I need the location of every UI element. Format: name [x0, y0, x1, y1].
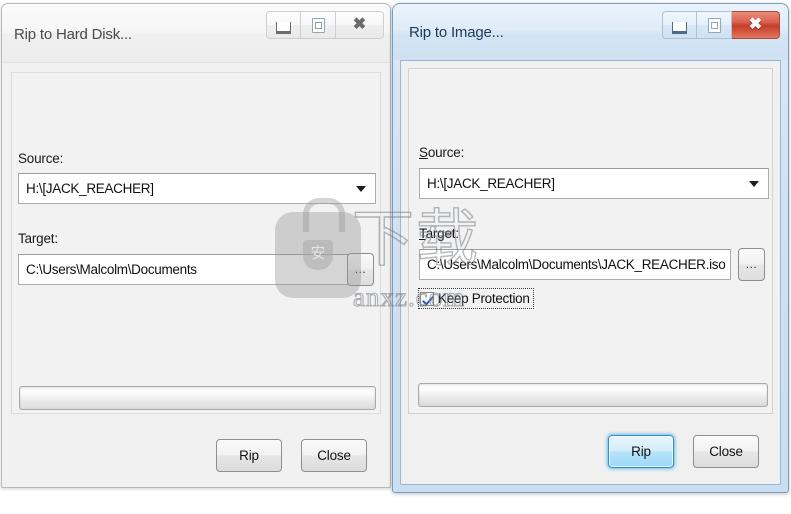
target-label-left: Target: — [18, 231, 58, 246]
progress-bar-left — [19, 386, 376, 410]
chevron-down-icon — [356, 185, 366, 192]
maximize-button-left[interactable] — [301, 11, 336, 39]
rip-button-left[interactable]: Rip — [216, 439, 282, 472]
source-label-left: Source: — [18, 151, 64, 166]
close-button-action-left[interactable]: Close — [301, 439, 367, 472]
titlebar-right[interactable]: Rip to Image... ✖ — [393, 4, 788, 60]
window-title-left: Rip to Hard Disk... — [14, 26, 132, 43]
maximize-icon — [707, 17, 721, 33]
source-combo-value-left: H:\[JACK_REACHER] — [26, 181, 154, 196]
target-input-right[interactable]: C:\Users\Malcolm\Documents\JACK_REACHER.… — [419, 249, 731, 280]
source-combo-right[interactable]: H:\[JACK_REACHER] — [419, 168, 769, 199]
maximize-button-right[interactable] — [697, 11, 732, 39]
window-controls-left: ✖ — [266, 11, 384, 39]
source-label-rest-right: ource: — [427, 145, 465, 160]
chevron-down-icon — [749, 180, 759, 187]
minimize-icon — [276, 21, 291, 34]
maximize-icon — [311, 17, 325, 33]
rip-button-right[interactable]: Rip — [608, 435, 674, 468]
target-label-right: Target: — [419, 226, 459, 241]
close-button-right[interactable]: ✖ — [732, 11, 780, 39]
minimize-button-right[interactable] — [662, 11, 697, 39]
browse-button-right[interactable]: ... — [738, 248, 765, 281]
minimize-button-left[interactable] — [266, 11, 301, 39]
close-icon: ✖ — [748, 16, 763, 33]
titlebar-left[interactable]: Rip to Hard Disk... ✖ — [2, 4, 390, 63]
screenshot-root: Rip to Hard Disk... ✖ Source: H:\[JACK_R… — [0, 0, 791, 514]
source-combo-value-right: H:\[JACK_REACHER] — [427, 176, 555, 191]
source-label-right: Source: — [419, 145, 464, 160]
progress-bar-right — [418, 383, 768, 407]
keep-protection-checkbox[interactable] — [420, 291, 434, 306]
group-panel-left — [11, 72, 381, 414]
close-button-left[interactable]: ✖ — [336, 11, 384, 39]
browse-button-left[interactable]: ... — [347, 253, 374, 286]
window-title-right: Rip to Image... — [409, 24, 504, 41]
close-button-action-right[interactable]: Close — [693, 435, 759, 468]
keep-protection-label: Keep Protection — [438, 291, 530, 306]
target-input-value-left: C:\Users\Malcolm\Documents — [26, 262, 197, 277]
source-label-accesskey-right: S — [419, 145, 428, 160]
window-rip-to-image[interactable]: Rip to Image... ✖ Source: H:\[JACK_REACH… — [392, 3, 789, 493]
target-input-left[interactable]: C:\Users\Malcolm\Documents — [18, 254, 356, 285]
target-label-rest-right: arget: — [425, 226, 460, 241]
client-area-right: Source: H:\[JACK_REACHER] Target: C:\Use… — [400, 60, 781, 485]
group-panel-right — [408, 68, 773, 414]
target-input-value-right: C:\Users\Malcolm\Documents\JACK_REACHER.… — [427, 257, 726, 272]
window-controls-right: ✖ — [662, 11, 780, 39]
close-icon: ✖ — [352, 16, 367, 33]
source-combo-left[interactable]: H:\[JACK_REACHER] — [18, 173, 376, 204]
keep-protection-checkbox-row[interactable]: Keep Protection — [418, 288, 534, 309]
window-rip-to-hard-disk[interactable]: Rip to Hard Disk... ✖ Source: H:\[JACK_R… — [1, 3, 391, 488]
minimize-icon — [672, 21, 687, 34]
client-area-left: Source: H:\[JACK_REACHER] Target: C:\Use… — [2, 63, 390, 487]
